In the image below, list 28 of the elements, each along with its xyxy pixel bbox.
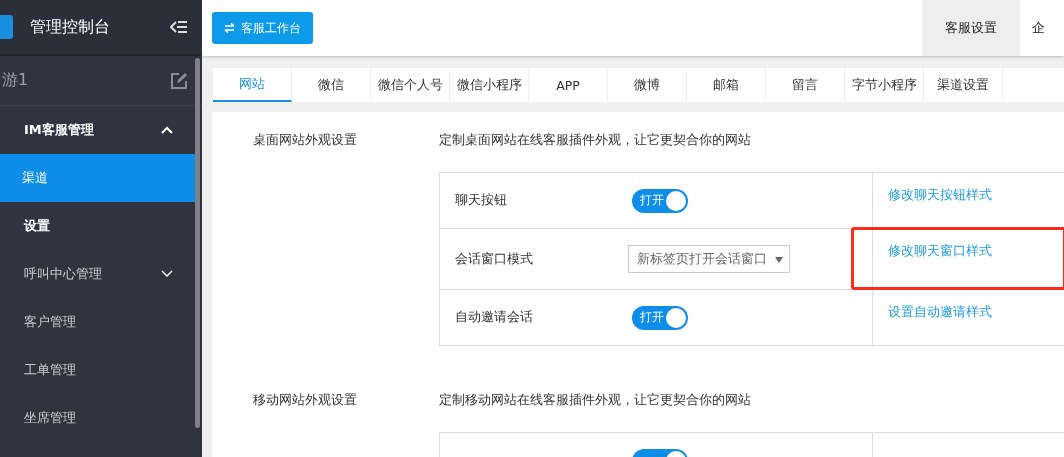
sidebar-item[interactable]: 工单管理 bbox=[0, 346, 195, 394]
setting-label: 聊天按钮 bbox=[455, 192, 507, 209]
channel-tab[interactable]: 字节小程序 bbox=[845, 68, 924, 102]
channel-tab[interactable]: 留言 bbox=[766, 68, 845, 102]
section-description: 定制桌面网站在线客服插件外观，让它更契合你的网站 bbox=[439, 131, 751, 149]
channel-tab[interactable]: 微信小程序 bbox=[450, 68, 529, 102]
channel-tab[interactable]: 邮箱 bbox=[687, 68, 766, 102]
top-tab[interactable]: 客服设置 bbox=[922, 0, 1020, 56]
channel-tab[interactable]: APP bbox=[529, 68, 608, 102]
channel-tab[interactable]: 渠道设置 bbox=[924, 68, 1003, 102]
section-description: 定制移动网站在线客服插件外观，让它更契合你的网站 bbox=[439, 391, 751, 409]
sidebar-item[interactable]: IM客服管理 bbox=[0, 106, 195, 154]
channel-tab[interactable]: 网站 bbox=[213, 68, 292, 102]
dropdown-select[interactable]: 新标签页打开会话窗口 bbox=[628, 245, 790, 273]
channel-tab[interactable]: 微信 bbox=[292, 68, 371, 102]
section-title: 桌面网站外观设置 bbox=[252, 131, 358, 149]
user-name: 游1 bbox=[2, 70, 29, 91]
section-title: 移动网站外观设置 bbox=[252, 391, 358, 409]
setting-label: 会话窗口模式 bbox=[455, 250, 533, 268]
top-tab[interactable]: 企 bbox=[1020, 0, 1064, 56]
sidebar-item[interactable]: 呼叫中心管理 bbox=[0, 250, 195, 298]
sidebar-item[interactable]: 坐席管理 bbox=[0, 394, 195, 442]
sidebar-item[interactable]: 客户管理 bbox=[0, 298, 195, 346]
sidebar-item[interactable]: 设置 bbox=[0, 202, 195, 250]
setting-label: 自动邀请会话 bbox=[455, 309, 533, 326]
channel-tab[interactable]: 微博 bbox=[608, 68, 687, 102]
app-title: 管理控制台 bbox=[30, 16, 111, 38]
channel-tab[interactable]: 微信个人号 bbox=[371, 68, 450, 102]
